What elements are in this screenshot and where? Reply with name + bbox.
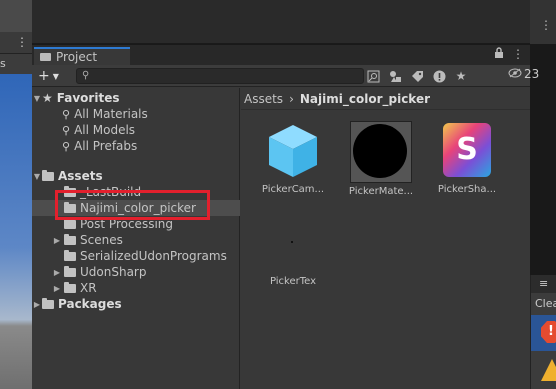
star-favorite-icon[interactable]: ★ [452,67,470,85]
folder-icon [42,169,54,181]
project-toolbar: + ▼ ⚲ ★ 23 [32,65,539,87]
scene-toolbar: ⋮ [0,32,32,54]
breadcrumb-assets[interactable]: Assets [244,92,283,106]
highlight-annotation [55,190,210,220]
tree-label-assets: Assets [58,169,103,183]
scene-sub-toolbar: s [0,54,32,74]
tree-item-udonsharp[interactable]: ▶ UdonSharp [32,264,240,280]
search-by-type-icon[interactable] [364,67,382,85]
tree-label: XR [80,281,97,295]
eye-hidden-icon [508,67,522,81]
tree-label: All Materials [74,107,148,121]
folder-icon [64,249,76,261]
warning-icon [541,359,556,381]
lock-icon[interactable] [494,47,504,62]
star-icon: ★ [42,91,53,105]
folder-icon [64,233,76,245]
collapse-arrow-icon[interactable]: ▶ [52,284,62,293]
shader-letter: S [443,123,491,177]
dropdown-arrow-icon: ▼ [52,71,59,81]
tree-item-all-prefabs[interactable]: ⚲ All Prefabs [32,138,240,154]
breadcrumb-separator: › [289,91,294,106]
folder-icon [64,265,76,277]
asset-label: PickerSha... [437,184,497,195]
scene-view-panel[interactable]: ⋮ s [0,0,32,389]
filter-by-type-icon[interactable] [386,67,404,85]
asset-label: PickerMate... [348,186,414,197]
project-folder-tree: ▼ ★ Favorites ⚲ All Materials ⚲ All Mode… [32,88,240,389]
asset-label: PickerTex [269,276,317,287]
folder-icon [64,217,76,229]
asset-label: PickerCam... [261,184,325,195]
tree-label-favorites: Favorites [56,91,120,105]
tree-label: All Prefabs [74,139,138,153]
tree-label-packages: Packages [58,297,122,311]
upper-panel-area [32,0,530,44]
breadcrumb: Assets › Najimi_color_picker [241,88,530,110]
folder-icon [64,281,76,293]
collapse-arrow-icon[interactable]: ▶ [52,236,62,245]
asset-picker-texture[interactable]: PickerTex [254,213,332,287]
breadcrumb-current[interactable]: Najimi_color_picker [300,92,430,106]
tree-label: UdonSharp [80,265,147,279]
tree-item-all-materials[interactable]: ⚲ All Materials [32,106,240,122]
asset-picker-material[interactable]: PickerMate... [342,121,420,197]
scene-menu-icon[interactable]: ⋮ [16,35,28,49]
tab-project[interactable]: Project [34,47,130,65]
search-input[interactable]: ⚲ [76,68,364,84]
scene-viewport[interactable] [0,74,32,389]
search-icon: ⚲ [82,70,90,81]
tree-label: All Models [74,123,136,137]
shader-icon: S [437,121,497,181]
expand-arrow-icon[interactable]: ▼ [32,94,42,103]
asset-picker-shader[interactable]: S PickerSha... [428,121,506,195]
panel-menu-icon[interactable]: ⋮ [512,47,524,62]
plus-icon: + [38,68,50,84]
tree-item-xr[interactable]: ▶ XR [32,280,240,296]
material-sphere-icon [350,121,412,183]
folder-icon [40,53,51,61]
search-icon: ⚲ [62,107,71,121]
project-tab-bar: Project ⋮ [32,45,530,65]
console-error-entry[interactable]: ! [531,315,556,351]
tree-item-assets[interactable]: ▼ Assets [32,168,240,184]
error-icon: ! [541,321,556,343]
tab-controls: ⋮ [494,47,524,62]
filter-by-label-icon[interactable] [408,67,426,85]
collapse-arrow-icon[interactable]: ▶ [52,268,62,277]
scene-sub-label[interactable]: s [0,57,6,70]
tree-item-all-models[interactable]: ⚲ All Models [32,122,240,138]
folder-icon [42,297,54,309]
tree-label: Scenes [80,233,123,247]
tree-item-packages[interactable]: ▶ Packages [32,296,240,312]
tree-item-scenes[interactable]: ▶ Scenes [32,232,240,248]
console-tab[interactable]: ≡ [531,275,556,293]
tree-item-favorites[interactable]: ▼ ★ Favorites [32,90,240,106]
hidden-count-label: 23 [524,67,540,81]
search-icon: ⚲ [62,123,71,137]
create-button[interactable]: + ▼ [38,67,66,85]
upper-right-menu-icon[interactable]: ⋮ [540,18,552,32]
scene-top-area [0,0,32,32]
expand-arrow-icon[interactable]: ▼ [32,172,42,181]
upper-right-panel: ⋮ [530,0,556,44]
tree-label: SerializedUdonPrograms [80,249,227,263]
console-warning-entry[interactable] [531,353,556,389]
tab-project-label: Project [56,50,98,64]
console-panel: ≡ Clea ! [530,275,556,389]
search-icon: ⚲ [62,139,71,153]
collapse-arrow-icon[interactable]: ▶ [32,300,42,309]
tree-item-serialized-udon-programs[interactable]: SerializedUdonPrograms [32,248,240,264]
prefab-cube-icon [263,121,323,181]
asset-picker-camera[interactable]: PickerCam... [254,121,332,195]
hidden-packages-toggle[interactable]: 23 [508,67,539,81]
log-warnings-icon[interactable] [430,67,448,85]
texture-icon [263,213,323,273]
clear-button[interactable]: Clea [531,295,556,313]
